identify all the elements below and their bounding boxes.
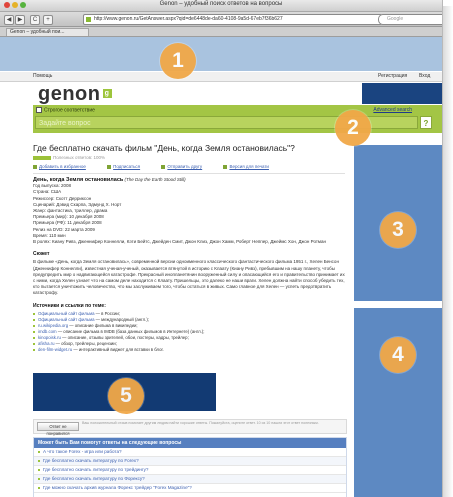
tab-genon[interactable]: Genon – удобный пои... bbox=[6, 28, 89, 36]
star-icon bbox=[33, 164, 37, 169]
source-link[interactable]: ru.wikipedia.org bbox=[38, 323, 68, 328]
related-question-link[interactable]: Где бесплатно скачать литературу по Форе… bbox=[34, 475, 346, 484]
related-question-link[interactable]: Где можно скачать архив журнала Форекс т… bbox=[34, 484, 346, 493]
action-favorite[interactable]: Добавить в избранное bbox=[33, 164, 96, 169]
browser-toolbar: ◀ ▶ C + http://www.genon.ru/GetAnswer.as… bbox=[0, 12, 442, 27]
address-bar[interactable]: http://www.genon.ru/GetAnswer.aspx?qid=d… bbox=[83, 14, 382, 25]
sources-list: Официальный сайт фильма — в России; Офиц… bbox=[33, 311, 345, 353]
divider bbox=[33, 173, 345, 174]
action-send-friend[interactable]: Отправить другу bbox=[161, 164, 212, 169]
site-logo[interactable]: genon g bbox=[38, 83, 112, 106]
strict-match-checkbox[interactable] bbox=[36, 107, 42, 113]
browser-window: Genon – удобный поиск ответов на вопросы… bbox=[0, 0, 443, 497]
title-bar: Genon – удобный поиск ответов на вопросы bbox=[0, 0, 442, 12]
site-menu-bar: Помощь Регистрация Вход bbox=[0, 72, 442, 82]
film-original-title: (The Day the Earth Stood Still) bbox=[124, 177, 186, 182]
rating-bar bbox=[33, 155, 51, 160]
source-link[interactable]: imdb.com bbox=[38, 329, 57, 334]
callout-marker: 5 bbox=[108, 378, 144, 414]
mail-icon bbox=[161, 164, 166, 169]
question-content: Где бесплатно скачать фильм "День, когда… bbox=[33, 143, 345, 353]
reload-button[interactable]: C bbox=[30, 15, 40, 25]
help-link[interactable]: Помощь bbox=[33, 72, 52, 81]
rating-text: Полезных ответов: 100% bbox=[53, 155, 106, 160]
back-button[interactable]: ◀ bbox=[4, 15, 14, 25]
advanced-search-link[interactable]: Advanced search bbox=[373, 107, 412, 113]
source-link[interactable]: afisha.ru bbox=[38, 341, 54, 346]
film-heading: День, когда Земля остановилась bbox=[33, 177, 124, 183]
question-rating: Полезных ответов: 100% bbox=[33, 155, 345, 161]
list-item: den-film-widget.ru — интерактивный видже… bbox=[33, 347, 345, 353]
site-favicon-icon bbox=[86, 17, 91, 22]
source-link[interactable]: kinopoisk.ru bbox=[38, 335, 61, 340]
tab-bar: Genon – удобный пои... bbox=[0, 27, 442, 37]
source-link[interactable]: den-film-widget.ru bbox=[38, 347, 72, 352]
dislike-answer-button[interactable]: Ответ не понравился bbox=[37, 422, 79, 436]
strict-match-option[interactable]: Строгое соответствие bbox=[36, 107, 95, 113]
source-link[interactable]: Официальный сайт фильма bbox=[38, 317, 94, 322]
related-question-link[interactable]: А что такое Forex - игра или работа? bbox=[34, 448, 346, 457]
answer-feedback: Ответ не понравился Ваш положительный от… bbox=[33, 419, 347, 436]
strict-match-label: Строгое соответствие bbox=[44, 107, 95, 114]
film-cast: В ролях: Киану Ривз, Дженнифер Коннелли,… bbox=[33, 239, 327, 245]
print-icon bbox=[223, 164, 228, 169]
related-question-link[interactable]: Где бесплатно скачать литературу по Fore… bbox=[34, 457, 346, 466]
search-submit-button[interactable]: ? bbox=[420, 116, 432, 129]
question-actions: Добавить в избранное Подписаться Отправи… bbox=[33, 164, 345, 170]
source-link[interactable]: Официальный сайт фильма bbox=[38, 311, 94, 316]
callout-marker: 3 bbox=[380, 212, 416, 248]
window-shadow bbox=[442, 6, 453, 497]
logo-text: genon bbox=[38, 83, 101, 105]
browser-search-input[interactable]: Google bbox=[378, 14, 442, 25]
action-print[interactable]: Версия для печати bbox=[223, 164, 279, 169]
add-bookmark-button[interactable]: + bbox=[43, 15, 53, 25]
plot-heading: Сюжет bbox=[33, 251, 50, 258]
sources-heading: Источники и ссылки по теме: bbox=[33, 302, 106, 309]
rss-icon bbox=[107, 164, 112, 169]
screenshot-frame: Genon – удобный поиск ответов на вопросы… bbox=[0, 0, 453, 497]
register-link[interactable]: Регистрация bbox=[378, 72, 407, 81]
answer-body: День, когда Земля остановилась (The Day … bbox=[33, 177, 345, 353]
header-ad-banner[interactable] bbox=[362, 83, 442, 104]
callout-marker: 4 bbox=[380, 337, 416, 373]
plot-text: В фильме «День, когда Земля остановилась… bbox=[33, 259, 345, 296]
logo-mark-icon: g bbox=[102, 89, 112, 98]
forward-button[interactable]: ▶ bbox=[15, 15, 25, 25]
action-subscribe[interactable]: Подписаться bbox=[107, 164, 150, 169]
login-link[interactable]: Вход bbox=[419, 72, 430, 81]
top-banner-placeholder bbox=[0, 37, 442, 71]
callout-marker: 1 bbox=[160, 43, 196, 79]
related-questions: Может быть Вам помогут ответы на следующ… bbox=[33, 437, 347, 497]
address-url: http://www.genon.ru/GetAnswer.aspx?qid=d… bbox=[94, 16, 283, 22]
related-heading: Может быть Вам помогут ответы на следующ… bbox=[34, 438, 346, 448]
search-panel: Строгое соответствие Advanced search Зад… bbox=[33, 105, 442, 133]
callout-marker: 2 bbox=[335, 110, 371, 146]
related-question-link[interactable]: Где бесплатно скачать литературу по трей… bbox=[34, 466, 346, 475]
feedback-note: Ваш положительный отзыв помогает другим … bbox=[82, 421, 319, 425]
window-title: Genon – удобный поиск ответов на вопросы bbox=[159, 1, 283, 7]
question-title: Где бесплатно скачать фильм "День, когда… bbox=[33, 143, 295, 153]
